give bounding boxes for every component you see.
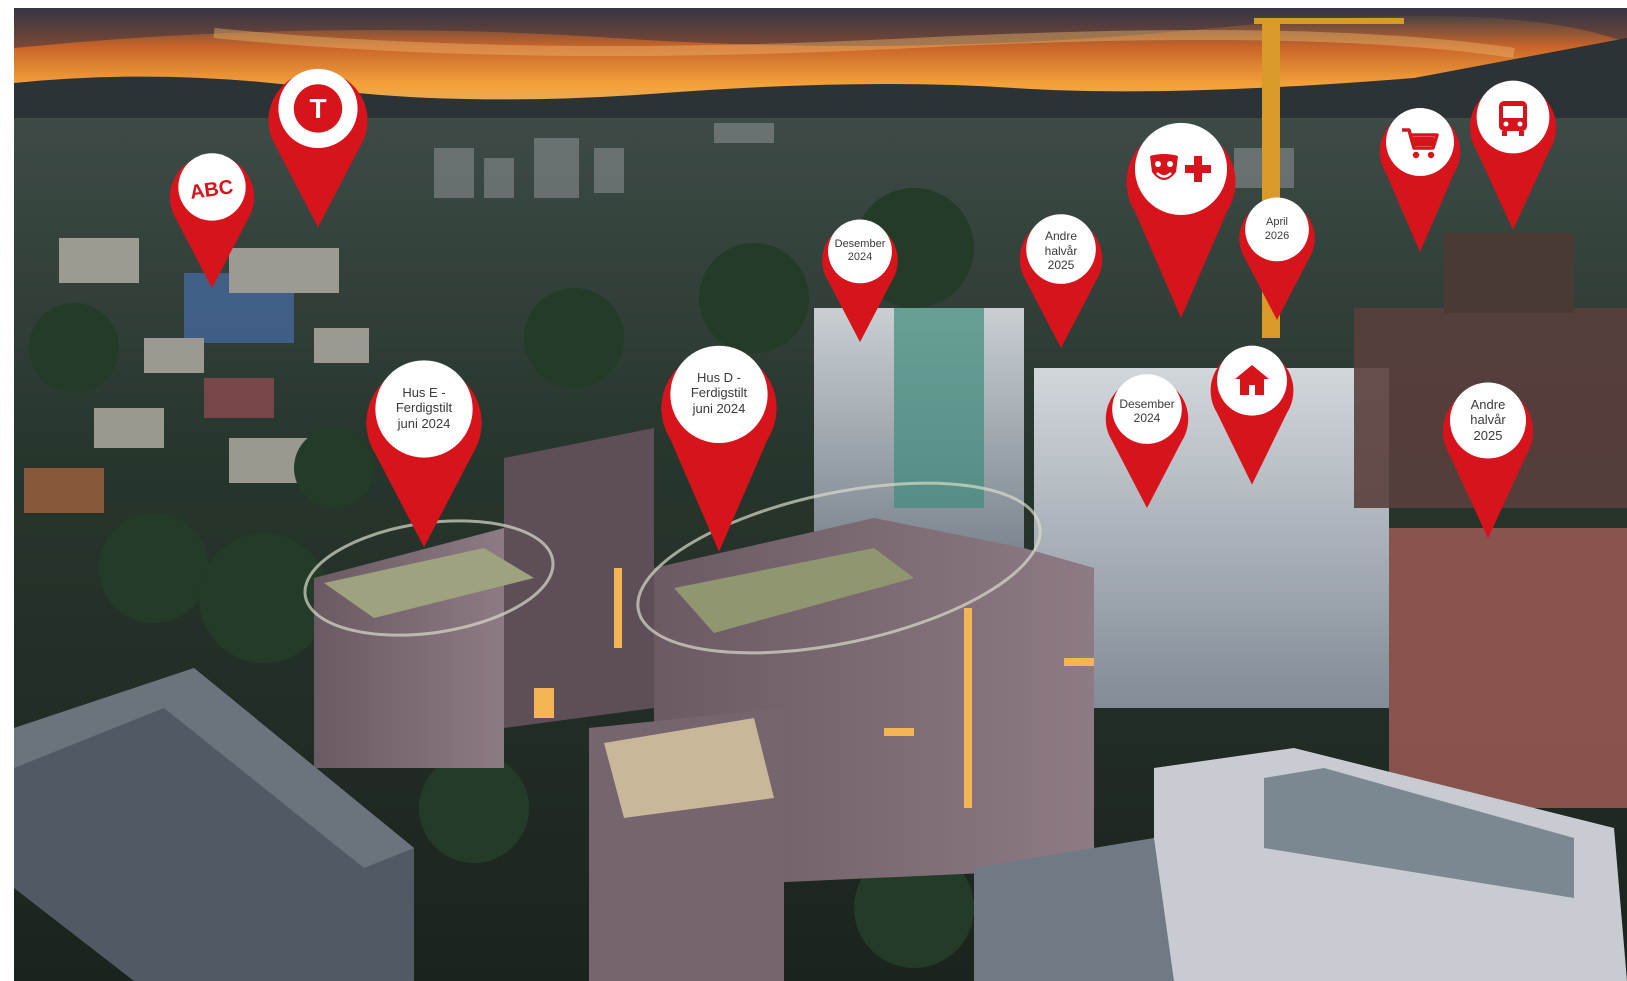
marker-desember-2024-b[interactable]: Desember 2024 xyxy=(1099,366,1195,508)
marker-school[interactable]: ABC xyxy=(165,143,259,288)
aerial-photo: ABC T Hus E - Ferdigstilt juni 2024 Hus … xyxy=(14,8,1627,981)
marker-metro[interactable]: T xyxy=(263,56,373,228)
theater-mask-plus-icon xyxy=(1120,142,1242,198)
marker-hus-e[interactable]: Hus E - Ferdigstilt juni 2024 xyxy=(360,348,488,548)
marker-desember-2024-b-label: Desember 2024 xyxy=(1119,396,1175,425)
marker-hus-d[interactable]: Hus D - Ferdigstilt juni 2024 xyxy=(655,333,783,553)
marker-culture-health[interactable] xyxy=(1120,112,1242,318)
marker-andre-halvar-2025-b[interactable]: Andre halvår 2025 xyxy=(1438,372,1538,540)
marker-hus-e-label: Hus E - Ferdigstilt juni 2024 xyxy=(395,384,453,431)
abc-school-icon: ABC xyxy=(188,175,235,204)
marker-desember-2024-a[interactable]: Desember 2024 xyxy=(818,211,902,343)
marker-hus-d-label: Hus D - Ferdigstilt juni 2024 xyxy=(690,369,748,416)
marker-andre-halvar-2025-b-label: Andre halvår 2025 xyxy=(1470,396,1506,443)
marker-april-2026[interactable]: April 2026 xyxy=(1235,190,1319,320)
marker-bus[interactable] xyxy=(1465,72,1561,230)
marker-andre-halvar-2025-a-label: Andre halvår 2025 xyxy=(1044,229,1078,273)
marker-home[interactable] xyxy=(1206,336,1298,486)
marker-andre-halvar-2025-a[interactable]: Andre halvår 2025 xyxy=(1013,206,1109,348)
marker-desember-2024-a-label: Desember 2024 xyxy=(834,237,886,263)
marker-april-2026-label: April 2026 xyxy=(1264,216,1290,242)
bus-icon xyxy=(1465,90,1561,146)
marker-shopping[interactable] xyxy=(1375,100,1465,252)
house-icon xyxy=(1206,356,1298,404)
shopping-cart-icon xyxy=(1375,118,1465,168)
t-bane-metro-icon: T xyxy=(309,93,327,124)
